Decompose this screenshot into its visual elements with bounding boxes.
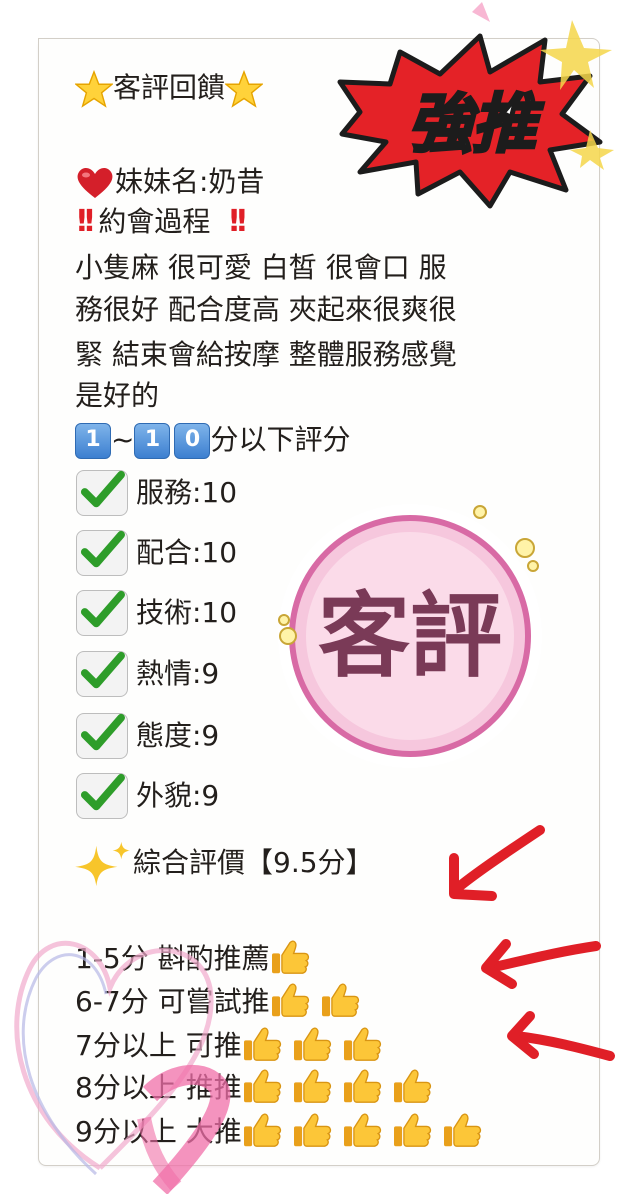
double-exclamation-icon: !! [75,204,97,239]
thumbs-up-icon [270,982,314,1022]
page-title: 客評回饋 [113,71,226,104]
checkmark-icon [76,530,128,576]
checkmark-icon [76,651,128,697]
star-icon [75,70,113,108]
thumbs-up-icon [342,1112,386,1152]
bubble-tail [38,38,57,57]
process-title-row: !! 約會過程 !! [75,202,251,242]
scale-tilde: ~ [111,423,135,456]
thumbs-up-icon [392,1068,436,1108]
keycap-1-icon: 1 [75,423,111,459]
process-line: 務很好 配合度高 夾起來很爽很 [75,293,457,326]
overall-row: 綜合評價【9.5分】 [75,840,374,888]
girl-name: 妹妹名:奶昔 [115,165,265,198]
thumbs-up-icon [392,1112,436,1152]
badge-text: 客評 [318,583,502,690]
title-row: 客評回饋 [75,68,264,108]
checkmark-icon [76,590,128,636]
score-item: 態度:9 [136,719,220,752]
arrow-icon [507,1011,615,1061]
double-exclamation-icon: !! [227,204,249,239]
thumbs-up-icon [242,1068,286,1108]
checkmark-icon [76,470,128,516]
thumbs-up-icon [342,1068,386,1108]
score-item: 熱情:9 [136,657,220,690]
scale-row: 1 ~1 0 分以下評分 [75,420,350,460]
scale-text: 分以下評分 [210,423,351,456]
review-badge-sticker: 客評 [278,504,542,768]
score-item: 配合:10 [136,536,238,569]
overall-score: 綜合評價【9.5分】 [133,846,374,879]
thumbs-up-icon [442,1112,486,1152]
checkmark-icon [76,713,128,759]
process-title: 約會過程 [98,205,211,238]
process-line: 是好的 [75,379,160,412]
thumbs-up-icon [342,1026,386,1066]
thumbs-up-icon [320,982,364,1022]
score-item: 服務:10 [136,476,238,509]
score-item: 技術:10 [136,596,238,629]
thumbs-up-icon [292,1026,336,1066]
star-icon [225,70,264,108]
thumbs-up-icon [242,1112,286,1152]
thumbs-up-icon [242,1026,286,1066]
process-line: 小隻麻 很可愛 白皙 很會口 服 [75,251,447,284]
score-item: 外貌:9 [136,779,220,812]
checkmark-icon [76,773,128,819]
thumbs-up-icon [292,1112,336,1152]
thumbs-up-icon [292,1068,336,1108]
arrow-icon [481,939,601,989]
arrow-icon [449,825,545,901]
keycap-0-icon: 0 [174,423,211,459]
sparkles-icon [75,841,130,887]
heart-icon [77,168,113,198]
decor-stars [472,2,614,170]
scribble-heart-decoration [14,940,231,1194]
name-row: 妹妹名:奶昔 [75,162,264,202]
thumbs-up-icon [270,939,314,979]
process-line: 緊 結束會給按摩 整體服務感覺 [75,338,457,371]
keycap-1-icon: 1 [134,423,171,459]
